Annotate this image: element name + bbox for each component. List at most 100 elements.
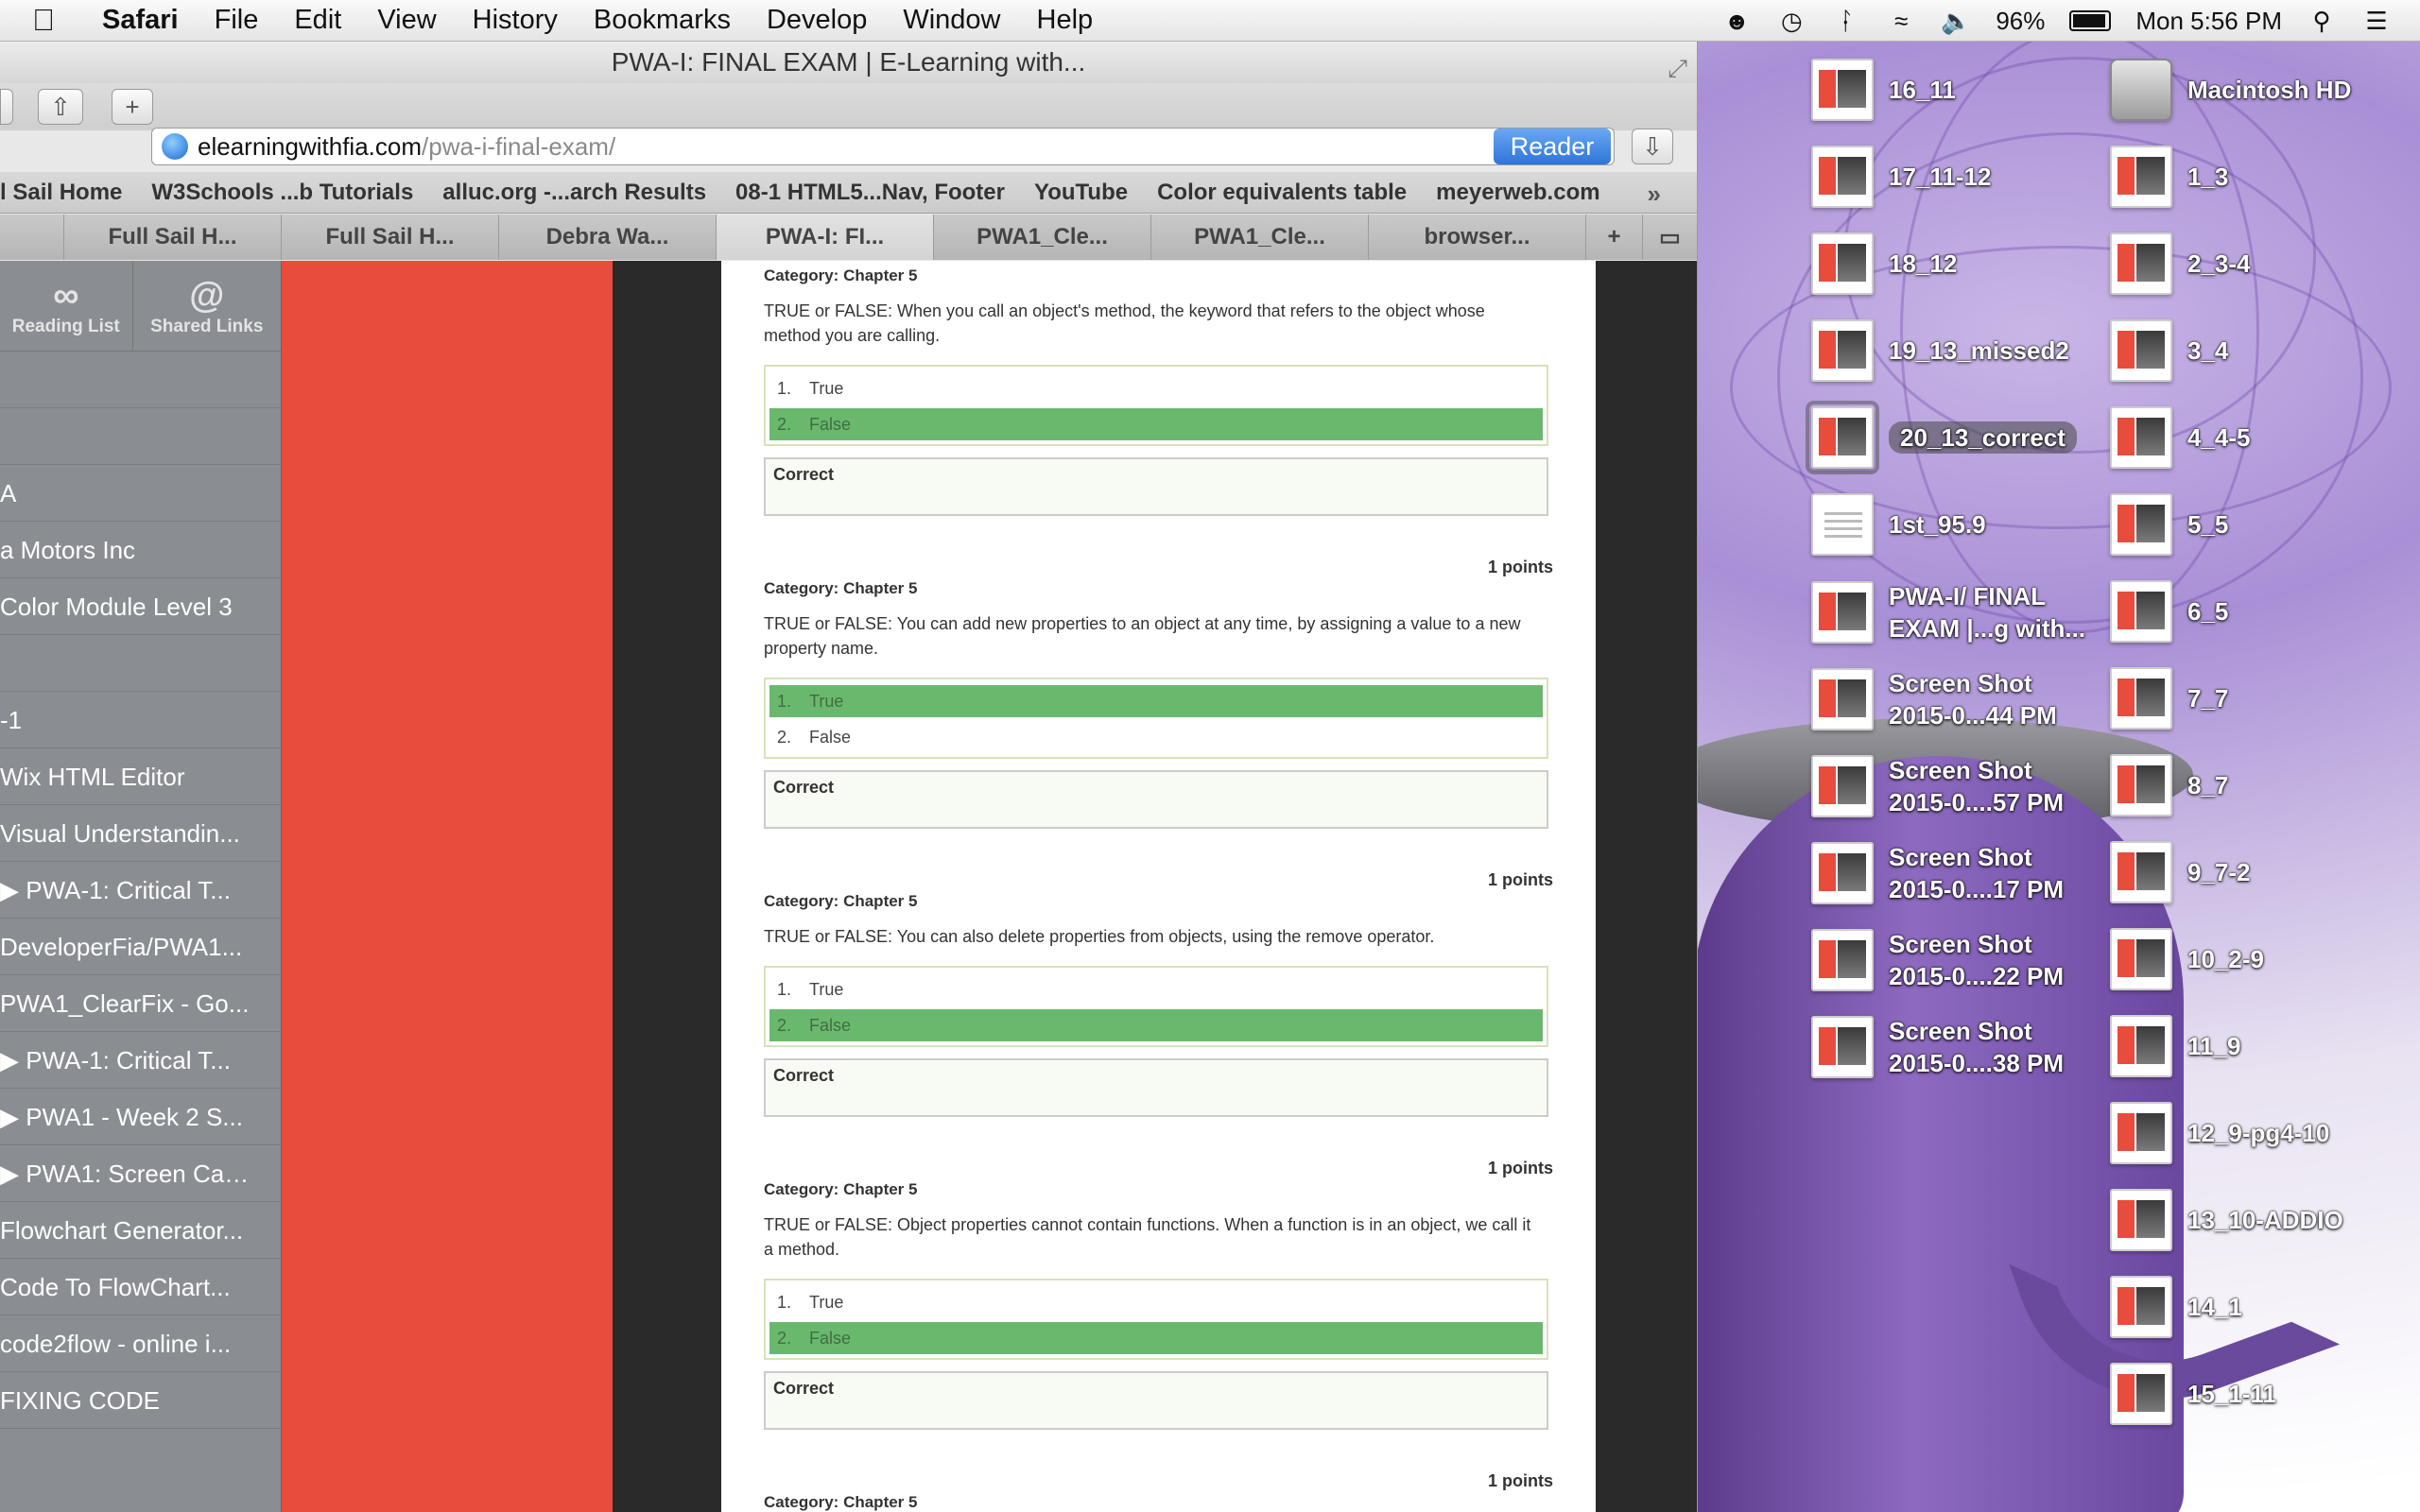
time-machine-icon[interactable]: ◷	[1776, 7, 1806, 35]
shared-links-tab[interactable]: @ Shared Links	[131, 261, 281, 351]
sidebar-link[interactable]: ▶ PWA-1: Critical T...	[0, 1032, 281, 1089]
sidebar-link[interactable]	[0, 352, 281, 408]
share-button[interactable]: ⇧	[38, 89, 83, 125]
sidebar-link[interactable]: Wix HTML Editor	[0, 748, 281, 805]
tab[interactable]: Full Sail H...	[282, 215, 499, 260]
sidebar-toggle-button[interactable]	[0, 89, 13, 125]
sidebar-link[interactable]: ▶ PWA-1: Critical T...	[0, 862, 281, 919]
bookmark-item[interactable]: meyerweb.com	[1436, 180, 1599, 206]
desktop-file-icon[interactable]: 13_10-ADDIO	[2110, 1189, 2343, 1251]
desktop-file-icon[interactable]: 16_11	[1811, 59, 1956, 121]
desktop-file-icon[interactable]: 2_3-4	[2110, 232, 2251, 295]
window-titlebar[interactable]: PWA-I: FINAL EXAM | E-Learning with... ⤢	[0, 42, 1697, 83]
desktop-file-icon[interactable]: 18_12	[1811, 232, 1957, 295]
downloads-button[interactable]: ⇩	[1632, 129, 1673, 164]
desktop-file-icon[interactable]: 3_4	[2110, 319, 2228, 382]
sidebar-link[interactable]: DeveloperFia/PWA1...	[0, 919, 281, 975]
clock[interactable]: Mon 5:56 PM	[2135, 7, 2282, 36]
desktop-file-icon[interactable]: 11_9	[2110, 1015, 2240, 1077]
answer-option[interactable]: 1. True	[769, 1286, 1543, 1318]
fullscreen-icon[interactable]: ⤢	[1668, 47, 1687, 89]
desktop-file-icon[interactable]: Screen Shot 2015-0....38 PM	[1811, 1015, 2064, 1079]
sidebar-link[interactable]: PWA1_ClearFix - Go...	[0, 975, 281, 1032]
answer-option[interactable]: 2. False	[769, 721, 1543, 753]
menu-bookmarks[interactable]: Bookmarks	[594, 5, 731, 36]
desktop-file-icon[interactable]: Screen Shot 2015-0....17 PM	[1811, 841, 2064, 905]
sidebar-link[interactable]: Flowchart Generator...	[0, 1202, 281, 1259]
menu-edit[interactable]: Edit	[294, 5, 341, 36]
desktop-file-icon[interactable]: 1st_95.9	[1811, 493, 1986, 556]
desktop-file-icon[interactable]: 6_5	[2110, 580, 2228, 643]
volume-icon[interactable]: 🔈	[1941, 7, 1971, 35]
notification-center-icon[interactable]: ☰	[2361, 7, 2392, 35]
bookmark-item[interactable]: YouTube	[1034, 180, 1128, 206]
sidebar-link[interactable]: FIXING CODE	[0, 1372, 281, 1429]
bookmark-item[interactable]: alluc.org -...arch Results	[442, 180, 706, 206]
tab[interactable]: Full Sail H...	[64, 215, 282, 260]
desktop-file-icon[interactable]: 15_1-11	[2110, 1363, 2276, 1425]
bookmark-item[interactable]: Color equivalents table	[1157, 180, 1407, 206]
desktop-file-icon[interactable]: Screen Shot 2015-0...44 PM	[1811, 667, 2057, 731]
tab[interactable]: PWA-I: FI...	[717, 215, 934, 260]
answer-option[interactable]: 2. False	[769, 1322, 1543, 1354]
desktop-file-icon[interactable]: 10_2-9	[2110, 928, 2264, 990]
evernote-icon[interactable]: ☻	[1721, 7, 1752, 35]
sidebar-link[interactable]: Visual Understandin...	[0, 805, 281, 862]
sidebar-link[interactable]: ▶ PWA1 - Week 2 S...	[0, 1089, 281, 1145]
desktop-file-icon[interactable]: 19_13_missed2	[1811, 319, 2069, 382]
reading-list-tab[interactable]: ∞ Reading List	[0, 261, 132, 351]
sidebar-link[interactable]: a Motors Inc	[0, 522, 281, 578]
menu-help[interactable]: Help	[1037, 5, 1094, 36]
menu-view[interactable]: View	[377, 5, 436, 36]
sidebar-link[interactable]	[0, 635, 281, 692]
apple-menu-icon[interactable]: 	[32, 3, 83, 38]
answer-option[interactable]: 2. False	[769, 408, 1543, 440]
desktop-file-icon[interactable]: 14_1	[2110, 1276, 2242, 1338]
sidebar-link[interactable]: -1	[0, 692, 281, 748]
bookmark-item[interactable]: l Sail Home	[0, 180, 122, 206]
tab[interactable]: PWA1_Cle...	[1151, 215, 1369, 260]
new-tab-icon[interactable]: +	[1586, 215, 1643, 260]
desktop-file-icon[interactable]: PWA-I/ FINAL EXAM |...g with...	[1811, 580, 2085, 644]
sidebar-link[interactable]	[0, 408, 281, 465]
tab-overview-icon[interactable]: ▭	[1643, 215, 1697, 260]
reader-button[interactable]: Reader	[1494, 129, 1611, 164]
answer-option[interactable]: 1. True	[769, 973, 1543, 1005]
bookmark-item[interactable]: W3Schools ...b Tutorials	[151, 180, 413, 206]
bookmark-item[interactable]: 08-1 HTML5...Nav, Footer	[735, 180, 1005, 206]
desktop-file-icon[interactable]: 12_9-pg4-10	[2110, 1102, 2329, 1164]
sidebar-link[interactable]: Color Module Level 3	[0, 578, 281, 635]
sidebar-link[interactable]: ▶ PWA1: Screen Cas...	[0, 1145, 281, 1202]
menu-file[interactable]: File	[215, 5, 259, 36]
menu-window[interactable]: Window	[903, 5, 1000, 36]
answer-option[interactable]: 1. True	[769, 372, 1543, 404]
sidebar-link[interactable]: Code To FlowChart...	[0, 1259, 281, 1315]
desktop-file-icon[interactable]: 4_4-5	[2110, 406, 2251, 469]
tab[interactable]: Debra Wa...	[499, 215, 717, 260]
desktop-file-icon[interactable]: 9_7-2	[2110, 841, 2251, 903]
bookmarks-overflow-icon[interactable]: »	[1648, 180, 1661, 209]
desktop-file-icon[interactable]: Macintosh HD	[2110, 59, 2351, 121]
menu-develop[interactable]: Develop	[767, 5, 867, 36]
answer-option[interactable]: 2. False	[769, 1009, 1543, 1041]
desktop-file-icon[interactable]: 1_3	[2110, 146, 2228, 208]
desktop-file-icon[interactable]: 20_13_correct	[1806, 401, 2077, 474]
menu-history[interactable]: History	[473, 5, 558, 36]
address-bar[interactable]: elearningwithfia.com/pwa-i-final-exam/ ↻	[151, 128, 1615, 165]
sidebar-link[interactable]: code2flow - online i...	[0, 1315, 281, 1372]
desktop-file-icon[interactable]: 8_7	[2110, 754, 2228, 816]
desktop-file-icon[interactable]: 7_7	[2110, 667, 2228, 730]
answer-option[interactable]: 1. True	[769, 685, 1543, 717]
tab[interactable]: PWA1_Cle...	[934, 215, 1151, 260]
wifi-icon[interactable]: ≈	[1886, 7, 1916, 35]
bluetooth-icon[interactable]: ᛛ	[1831, 7, 1861, 35]
sidebar-link[interactable]: A	[0, 465, 281, 522]
desktop-file-icon[interactable]: Screen Shot 2015-0....57 PM	[1811, 754, 2064, 818]
new-tab-button[interactable]: +	[112, 89, 153, 125]
tab[interactable]: browser...	[1369, 215, 1586, 260]
app-menu[interactable]: Safari	[102, 5, 179, 36]
spotlight-search-icon[interactable]: ⚲	[2307, 7, 2337, 35]
desktop-file-icon[interactable]: Screen Shot 2015-0....22 PM	[1811, 928, 2064, 992]
desktop-file-icon[interactable]: 17_11-12	[1811, 146, 1991, 208]
desktop-file-icon[interactable]: 5_5	[2110, 493, 2228, 556]
